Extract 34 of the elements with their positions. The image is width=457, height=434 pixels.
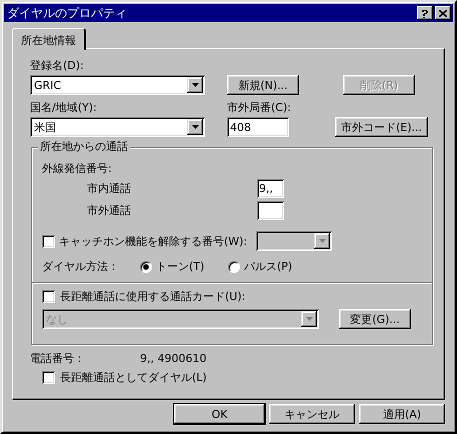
area-code-button[interactable]: 市外コード(E)... [334, 117, 428, 137]
group-title: 所在地からの通話 [38, 140, 130, 153]
field-label: 外線発信番号: [42, 162, 112, 175]
field-label: 市内通話 [87, 182, 132, 195]
field-label: ダイヤル方法： [42, 260, 120, 273]
long-distance-prefix-field[interactable] [257, 201, 284, 220]
dialog-button[interactable]: OK [174, 404, 265, 424]
area-code-field[interactable]: 408 [227, 117, 289, 137]
checkbox-label: 長距離通話に使用する通話カード(U): [60, 290, 246, 303]
help-icon [421, 8, 429, 18]
radio-button[interactable] [140, 260, 152, 272]
field-label: 登録名(D): [30, 59, 85, 72]
field-label: 国名/地域(Y): [30, 101, 98, 114]
window-title: ダイヤルのプロパティ [7, 6, 128, 20]
checkbox[interactable] [42, 371, 55, 384]
new-button[interactable]: 新規(N)... [227, 75, 299, 95]
radio-label: トーン(T) [156, 260, 204, 273]
close-button[interactable] [435, 6, 451, 20]
local-prefix-field[interactable]: 9,, [257, 179, 284, 198]
dialog-button[interactable]: キャンセル [269, 404, 355, 424]
location-combo[interactable]: GRIC [30, 75, 205, 95]
checkbox-label: キャッチホン機能を解除する番号(W): [59, 234, 248, 248]
phone-number: 9,, 4900610 [140, 352, 206, 365]
field-label: 市外局番(C): [227, 101, 291, 114]
checkbox-label: 長距離通話としてダイヤル(L) [60, 371, 207, 384]
close-icon [439, 10, 447, 16]
dialog-button[interactable]: 適用(A) [359, 404, 445, 424]
help-button[interactable] [417, 6, 433, 20]
country-combo[interactable]: 米国 [30, 117, 205, 137]
field-label: 市外通話 [87, 204, 132, 217]
tab[interactable]: 所在地情報 [12, 28, 86, 50]
field-label: 電話番号： [30, 352, 86, 365]
radio-label: パルス(P) [244, 260, 292, 273]
radio-button[interactable] [228, 260, 240, 272]
